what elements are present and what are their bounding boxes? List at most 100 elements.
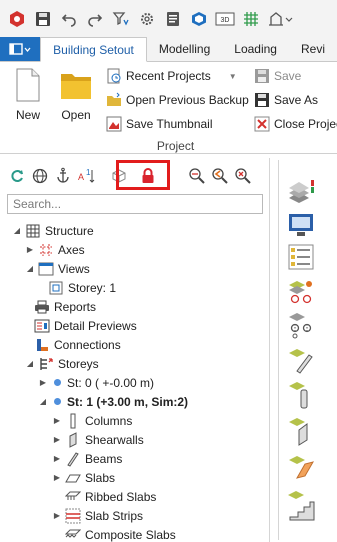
- tree-item-slab-strips[interactable]: ▶ Slab Strips: [52, 506, 143, 525]
- svg-text:3D: 3D: [221, 17, 230, 24]
- tab-modelling[interactable]: Modelling: [147, 37, 222, 61]
- node-grid-icon[interactable]: [286, 310, 316, 340]
- undo-icon[interactable]: [58, 8, 80, 30]
- tree-item-shearwalls[interactable]: ▶ Shearwalls: [52, 430, 144, 449]
- filter-icon[interactable]: [110, 8, 132, 30]
- storey-view-icon: [48, 280, 64, 296]
- tree-item-storeys[interactable]: ◢ Storeys: [25, 354, 99, 373]
- sort-icon[interactable]: A1: [77, 167, 97, 185]
- anchor-icon[interactable]: [54, 167, 72, 185]
- analysis-icon[interactable]: [266, 8, 294, 30]
- open-button[interactable]: Open: [54, 68, 98, 130]
- expand-arrow-icon[interactable]: ▶: [38, 373, 48, 392]
- ribbon-group-label: Project: [156, 139, 195, 153]
- save-as-button[interactable]: Save As: [254, 90, 318, 110]
- tree-item-ribbed-slabs[interactable]: Ribbed Slabs: [65, 487, 156, 506]
- file-menu-button[interactable]: [0, 37, 41, 61]
- column-tool-icon[interactable]: [286, 380, 316, 410]
- ribbon-tabs: Building Setout Modelling Loading Revi: [0, 37, 337, 62]
- shearwall-icon: [65, 431, 81, 448]
- tree-label: Composite Slabs: [85, 527, 176, 542]
- close-project-button[interactable]: Close Project: [254, 114, 337, 134]
- tab-loading[interactable]: Loading: [222, 37, 289, 61]
- tab-review[interactable]: Revi: [289, 37, 337, 61]
- tree-item-columns[interactable]: ▶ Columns: [52, 411, 132, 430]
- expand-arrow-icon[interactable]: ▶: [25, 240, 35, 259]
- cube-icon[interactable]: [188, 8, 210, 30]
- new-button[interactable]: New: [6, 68, 50, 130]
- open-previous-backup-button[interactable]: Open Previous Backup: [106, 90, 249, 110]
- tree-item-beams[interactable]: ▶ Beams: [52, 449, 122, 468]
- collapse-arrow-icon[interactable]: ◢: [25, 354, 35, 373]
- shearwall-tool-icon[interactable]: [286, 346, 316, 376]
- expand-arrow-icon[interactable]: ▶: [52, 468, 62, 487]
- expand-arrow-icon[interactable]: ▶: [52, 430, 62, 449]
- panel-toolbar: A1: [0, 158, 270, 194]
- recent-projects-icon: [107, 68, 121, 84]
- detail-preview-icon: [34, 318, 50, 334]
- expand-arrow-icon[interactable]: ▶: [52, 449, 62, 468]
- node-stack-icon[interactable]: [286, 276, 316, 306]
- tree-item-storey-0[interactable]: ▶ St: 0 ( +-0.00 m): [38, 373, 154, 392]
- layer-stack-icon[interactable]: [286, 176, 316, 206]
- tree-item-slabs[interactable]: ▶ Slabs: [52, 468, 115, 487]
- tree-label: Structure: [45, 223, 94, 238]
- quick-access-toolbar: 3D: [0, 0, 337, 38]
- tree-label: Views: [58, 261, 90, 276]
- tree-item-views[interactable]: ◢ Views: [25, 259, 90, 278]
- zoom-previous-icon[interactable]: [211, 167, 229, 185]
- globe-icon[interactable]: [31, 167, 49, 185]
- strip-divider: [278, 160, 279, 540]
- tree-label: Beams: [85, 451, 123, 466]
- tree-item-axes[interactable]: ▶ Axes: [25, 240, 85, 259]
- stairs-tool-icon[interactable]: [286, 490, 316, 521]
- tree-item-structure[interactable]: ◢ Structure: [12, 221, 94, 240]
- composite-slab-icon: [65, 527, 81, 542]
- tree-label: Axes: [58, 242, 85, 257]
- collapse-arrow-icon[interactable]: ◢: [12, 221, 22, 240]
- expand-arrow-icon[interactable]: ▶: [52, 411, 62, 430]
- axes-icon: [38, 242, 54, 258]
- svg-text:A: A: [78, 172, 84, 182]
- slab-icon: [65, 470, 81, 486]
- dropdown-arrow-icon[interactable]: ▼: [229, 72, 237, 81]
- expand-arrow-icon[interactable]: ▶: [52, 506, 62, 525]
- lock-highlight-box: [116, 160, 170, 190]
- save-icon[interactable]: [32, 8, 54, 30]
- recent-projects-button[interactable]: Recent Projects ▼: [106, 66, 237, 86]
- tree-label: Storeys: [58, 356, 99, 371]
- views-icon: [38, 261, 54, 277]
- zoom-clear-icon[interactable]: [234, 167, 252, 185]
- tree-item-connections[interactable]: Connections: [34, 335, 121, 354]
- tree-item-composite-slabs[interactable]: Composite Slabs: [65, 525, 176, 542]
- report-icon[interactable]: [162, 8, 184, 30]
- tree-item-storey-view[interactable]: Storey: 1: [48, 278, 116, 297]
- search-input[interactable]: [7, 194, 263, 214]
- storey-dot-icon: [54, 379, 61, 386]
- wall-tool-icon[interactable]: [286, 416, 316, 446]
- save-thumbnail-label: Save Thumbnail: [126, 117, 213, 131]
- structure-panel: A1 ◢ Structure ▶ Axes ◢: [0, 158, 270, 542]
- tree-item-reports[interactable]: Reports: [34, 297, 96, 316]
- list-panel-icon[interactable]: [286, 242, 316, 272]
- 3d-view-icon[interactable]: 3D: [214, 8, 236, 30]
- tree-item-detail-previews[interactable]: Detail Previews: [34, 316, 137, 335]
- tab-building-setout[interactable]: Building Setout: [40, 37, 147, 62]
- tree-item-storey-1[interactable]: ◢ St: 1 (+3.00 m, Sim:2): [38, 392, 188, 411]
- save-button[interactable]: Save: [254, 66, 301, 86]
- save-as-label: Save As: [274, 93, 319, 107]
- refresh-icon[interactable]: [8, 167, 26, 185]
- printer-icon: [34, 299, 50, 315]
- save-thumbnail-button[interactable]: Save Thumbnail: [106, 114, 213, 134]
- monitor-icon[interactable]: [286, 210, 316, 240]
- open-label: Open: [61, 108, 91, 122]
- close-project-label: Close Project: [274, 117, 337, 131]
- collapse-arrow-icon[interactable]: ◢: [38, 392, 48, 411]
- redo-icon[interactable]: [84, 8, 106, 30]
- grid-icon[interactable]: [240, 8, 262, 30]
- zoom-select-icon[interactable]: [188, 167, 206, 185]
- panel-tool-icon[interactable]: [286, 452, 316, 482]
- settings-icon[interactable]: [136, 8, 158, 30]
- app-logo-icon[interactable]: [6, 8, 28, 30]
- collapse-arrow-icon[interactable]: ◢: [25, 259, 35, 278]
